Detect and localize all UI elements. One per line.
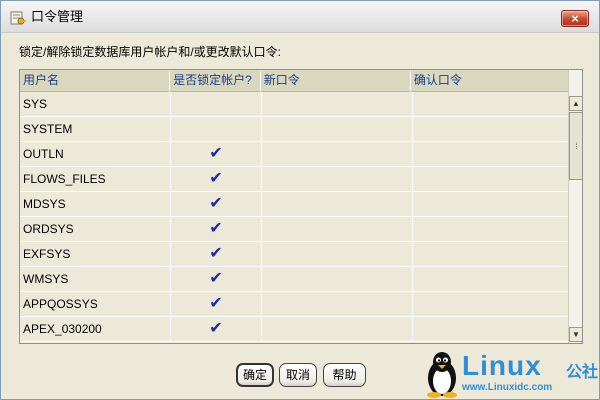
confirm-password-cell[interactable] (413, 292, 568, 317)
checkmark-icon: ✔ (209, 245, 223, 262)
lock-account-cell[interactable] (171, 117, 262, 142)
lock-account-cell[interactable]: ✔ (171, 142, 262, 167)
username-cell: WMSYS (20, 267, 171, 292)
new-password-cell[interactable] (262, 317, 413, 342)
column-header-username[interactable]: 用户名 (20, 70, 171, 92)
new-password-cell[interactable] (262, 192, 413, 217)
checkmark-icon: ✔ (209, 320, 223, 337)
arrow-up-icon: ▲ (572, 99, 580, 108)
close-icon: × (571, 11, 579, 26)
table-row[interactable]: MDSYS ✔ (20, 192, 568, 217)
watermark-brand: Linux (462, 350, 542, 381)
checkmark-icon: ✔ (209, 270, 223, 287)
window-title: 口令管理 (31, 9, 84, 24)
arrow-down-icon: ▼ (572, 330, 580, 339)
table-body: SYS SYSTEM OUTLN ✔ FLOWS_FILES ✔ MDSYS ✔ ORDSYS ✔… (20, 92, 568, 342)
new-password-cell[interactable] (262, 292, 413, 317)
new-password-cell[interactable] (262, 117, 413, 142)
username-cell: OUTLN (20, 142, 171, 167)
new-password-cell[interactable] (262, 267, 413, 292)
column-header-new-password[interactable]: 新口令 (261, 70, 411, 92)
table-row[interactable]: FLOWS_FILES ✔ (20, 167, 568, 192)
cancel-button[interactable]: 取消 (279, 363, 317, 387)
username-cell: ORDSYS (20, 217, 171, 242)
lock-account-cell[interactable]: ✔ (171, 217, 262, 242)
lock-account-cell[interactable]: ✔ (171, 242, 262, 267)
new-password-cell[interactable] (262, 167, 413, 192)
column-header-confirm-password[interactable]: 确认口令 (411, 70, 565, 92)
lock-account-cell[interactable]: ✔ (171, 167, 262, 192)
watermark-logo: Linux 公社 www.Linuxidc.com (424, 350, 598, 398)
new-password-cell[interactable] (262, 142, 413, 167)
table-row[interactable]: APPQOSSYS ✔ (20, 292, 568, 317)
new-password-cell[interactable] (262, 242, 413, 267)
username-cell: SYSTEM (20, 117, 171, 142)
table-row[interactable]: SYSTEM (20, 117, 568, 142)
username-cell: SYS (20, 92, 171, 117)
checkmark-icon: ✔ (209, 295, 223, 312)
scrollbar-thumb[interactable]: ⁞ (569, 112, 582, 180)
instruction-text: 锁定/解除锁定数据库用户帐户和/或更改默认口令: (19, 45, 282, 59)
confirm-password-cell[interactable] (413, 142, 568, 167)
checkmark-icon: ✔ (209, 145, 223, 162)
watermark-url: www.Linuxidc.com (462, 382, 553, 393)
password-management-dialog: 口令管理 × 锁定/解除锁定数据库用户帐户和/或更改默认口令: 用户名 是否锁定… (0, 0, 600, 400)
confirm-password-cell[interactable] (413, 317, 568, 342)
username-cell: APEX_030200 (20, 317, 171, 342)
confirm-password-cell[interactable] (413, 92, 568, 117)
ok-button[interactable]: 确定 (236, 363, 274, 387)
column-header-locked[interactable]: 是否锁定帐户? (170, 70, 261, 92)
checkmark-icon: ✔ (209, 220, 223, 237)
checkmark-icon: ✔ (209, 170, 223, 187)
table-row[interactable]: WMSYS ✔ (20, 267, 568, 292)
confirm-password-cell[interactable] (413, 267, 568, 292)
username-cell: FLOWS_FILES (20, 167, 171, 192)
lock-account-cell[interactable]: ✔ (171, 192, 262, 217)
username-cell: EXFSYS (20, 242, 171, 267)
confirm-password-cell[interactable] (413, 242, 568, 267)
table-row[interactable]: APEX_030200 ✔ (20, 317, 568, 342)
lock-account-cell[interactable]: ✔ (171, 317, 262, 342)
username-cell: MDSYS (20, 192, 171, 217)
grip-icon: ⁞ (575, 141, 577, 151)
username-cell: APPQOSSYS (20, 292, 171, 317)
key-icon (10, 11, 26, 25)
user-accounts-table: 用户名 是否锁定帐户? 新口令 确认口令 SYS SYSTEM OUTLN ✔ FLOW… (19, 69, 583, 344)
lock-account-cell[interactable]: ✔ (171, 292, 262, 317)
table-row[interactable]: SYS (20, 92, 568, 117)
table-row[interactable]: ORDSYS ✔ (20, 217, 568, 242)
table-row[interactable]: EXFSYS ✔ (20, 242, 568, 267)
confirm-password-cell[interactable] (413, 217, 568, 242)
confirm-password-cell[interactable] (413, 167, 568, 192)
new-password-cell[interactable] (262, 92, 413, 117)
close-button[interactable]: × (561, 10, 589, 27)
help-button[interactable]: 帮助 (323, 363, 366, 387)
scroll-up-button[interactable]: ▲ (569, 96, 582, 111)
table-row[interactable]: OUTLN ✔ (20, 142, 568, 167)
checkmark-icon: ✔ (209, 195, 223, 212)
penguin-icon (427, 352, 457, 398)
scroll-down-button[interactable]: ▼ (569, 327, 582, 342)
lock-account-cell[interactable] (171, 92, 262, 117)
new-password-cell[interactable] (262, 217, 413, 242)
table-header: 用户名 是否锁定帐户? 新口令 确认口令 (20, 70, 568, 92)
vertical-scrollbar[interactable]: ▲ ⁞ ▼ (568, 70, 582, 343)
lock-account-cell[interactable]: ✔ (171, 267, 262, 292)
confirm-password-cell[interactable] (413, 192, 568, 217)
title-bar: 口令管理 × (1, 1, 599, 33)
watermark-suffix: 公社 (566, 364, 599, 381)
confirm-password-cell[interactable] (413, 117, 568, 142)
